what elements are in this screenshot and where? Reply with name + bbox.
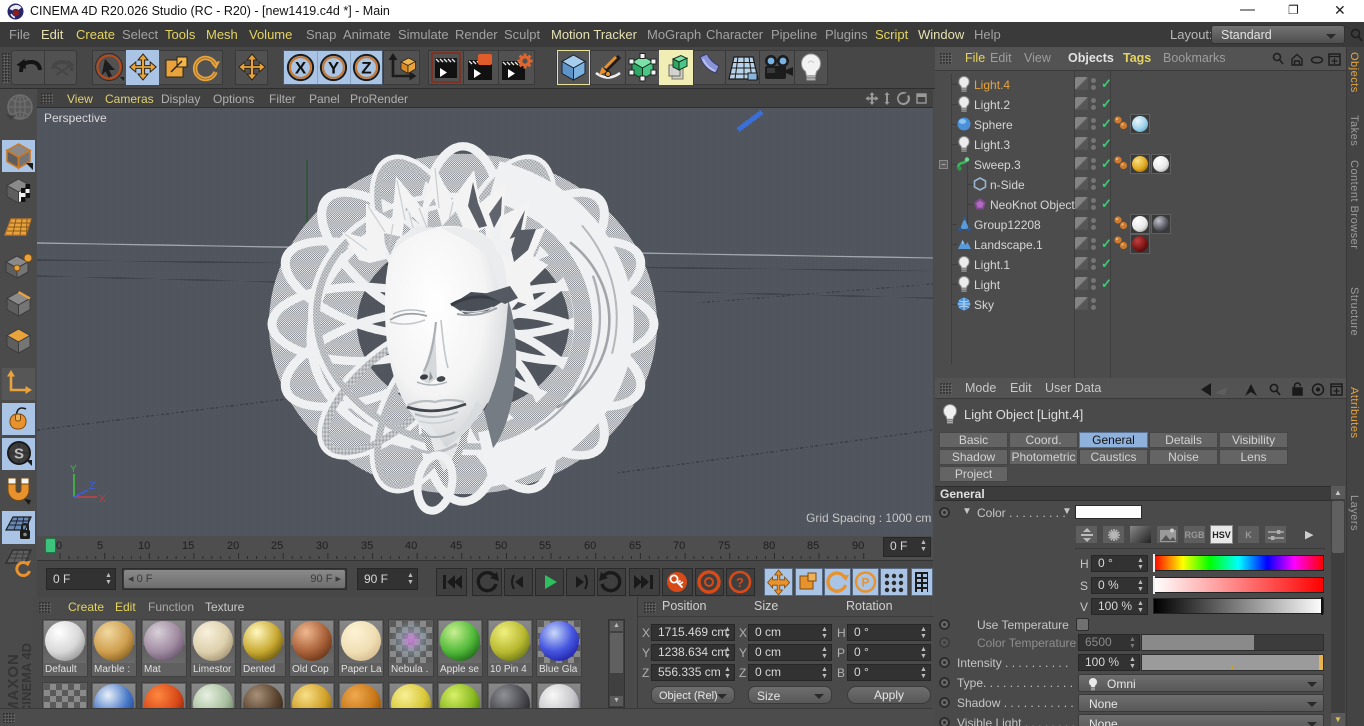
svg-text:Z: Z <box>361 59 371 78</box>
svg-text:85: 85 <box>807 540 819 552</box>
svg-text:60: 60 <box>584 540 596 552</box>
svg-text:X: X <box>99 494 106 505</box>
svg-text:90: 90 <box>852 540 864 552</box>
svg-text:80: 80 <box>763 540 775 552</box>
svg-text:20: 20 <box>227 540 239 552</box>
svg-text:15: 15 <box>182 540 194 552</box>
svg-text:45: 45 <box>450 540 462 552</box>
svg-text:Y: Y <box>328 59 340 78</box>
svg-text:?: ? <box>736 575 744 590</box>
svg-text:65: 65 <box>629 540 641 552</box>
svg-text:40: 40 <box>405 540 417 552</box>
svg-text:S: S <box>14 446 24 463</box>
svg-text:0: 0 <box>56 540 62 552</box>
svg-text:Perspective: Perspective <box>44 111 107 125</box>
svg-text:35: 35 <box>361 540 373 552</box>
svg-text:30: 30 <box>316 540 328 552</box>
svg-text:Z: Z <box>89 481 95 492</box>
svg-text:X: X <box>295 59 307 78</box>
svg-text:5: 5 <box>97 540 103 552</box>
svg-text:55: 55 <box>539 540 551 552</box>
svg-text:25: 25 <box>271 540 283 552</box>
svg-text:75: 75 <box>718 540 730 552</box>
svg-text:Y: Y <box>70 464 77 475</box>
svg-text:10: 10 <box>138 540 150 552</box>
svg-text:Grid Spacing : 1000 cm: Grid Spacing : 1000 cm <box>806 511 931 525</box>
svg-text:70: 70 <box>673 540 685 552</box>
svg-text:50: 50 <box>495 540 507 552</box>
svg-text:P: P <box>861 576 869 590</box>
